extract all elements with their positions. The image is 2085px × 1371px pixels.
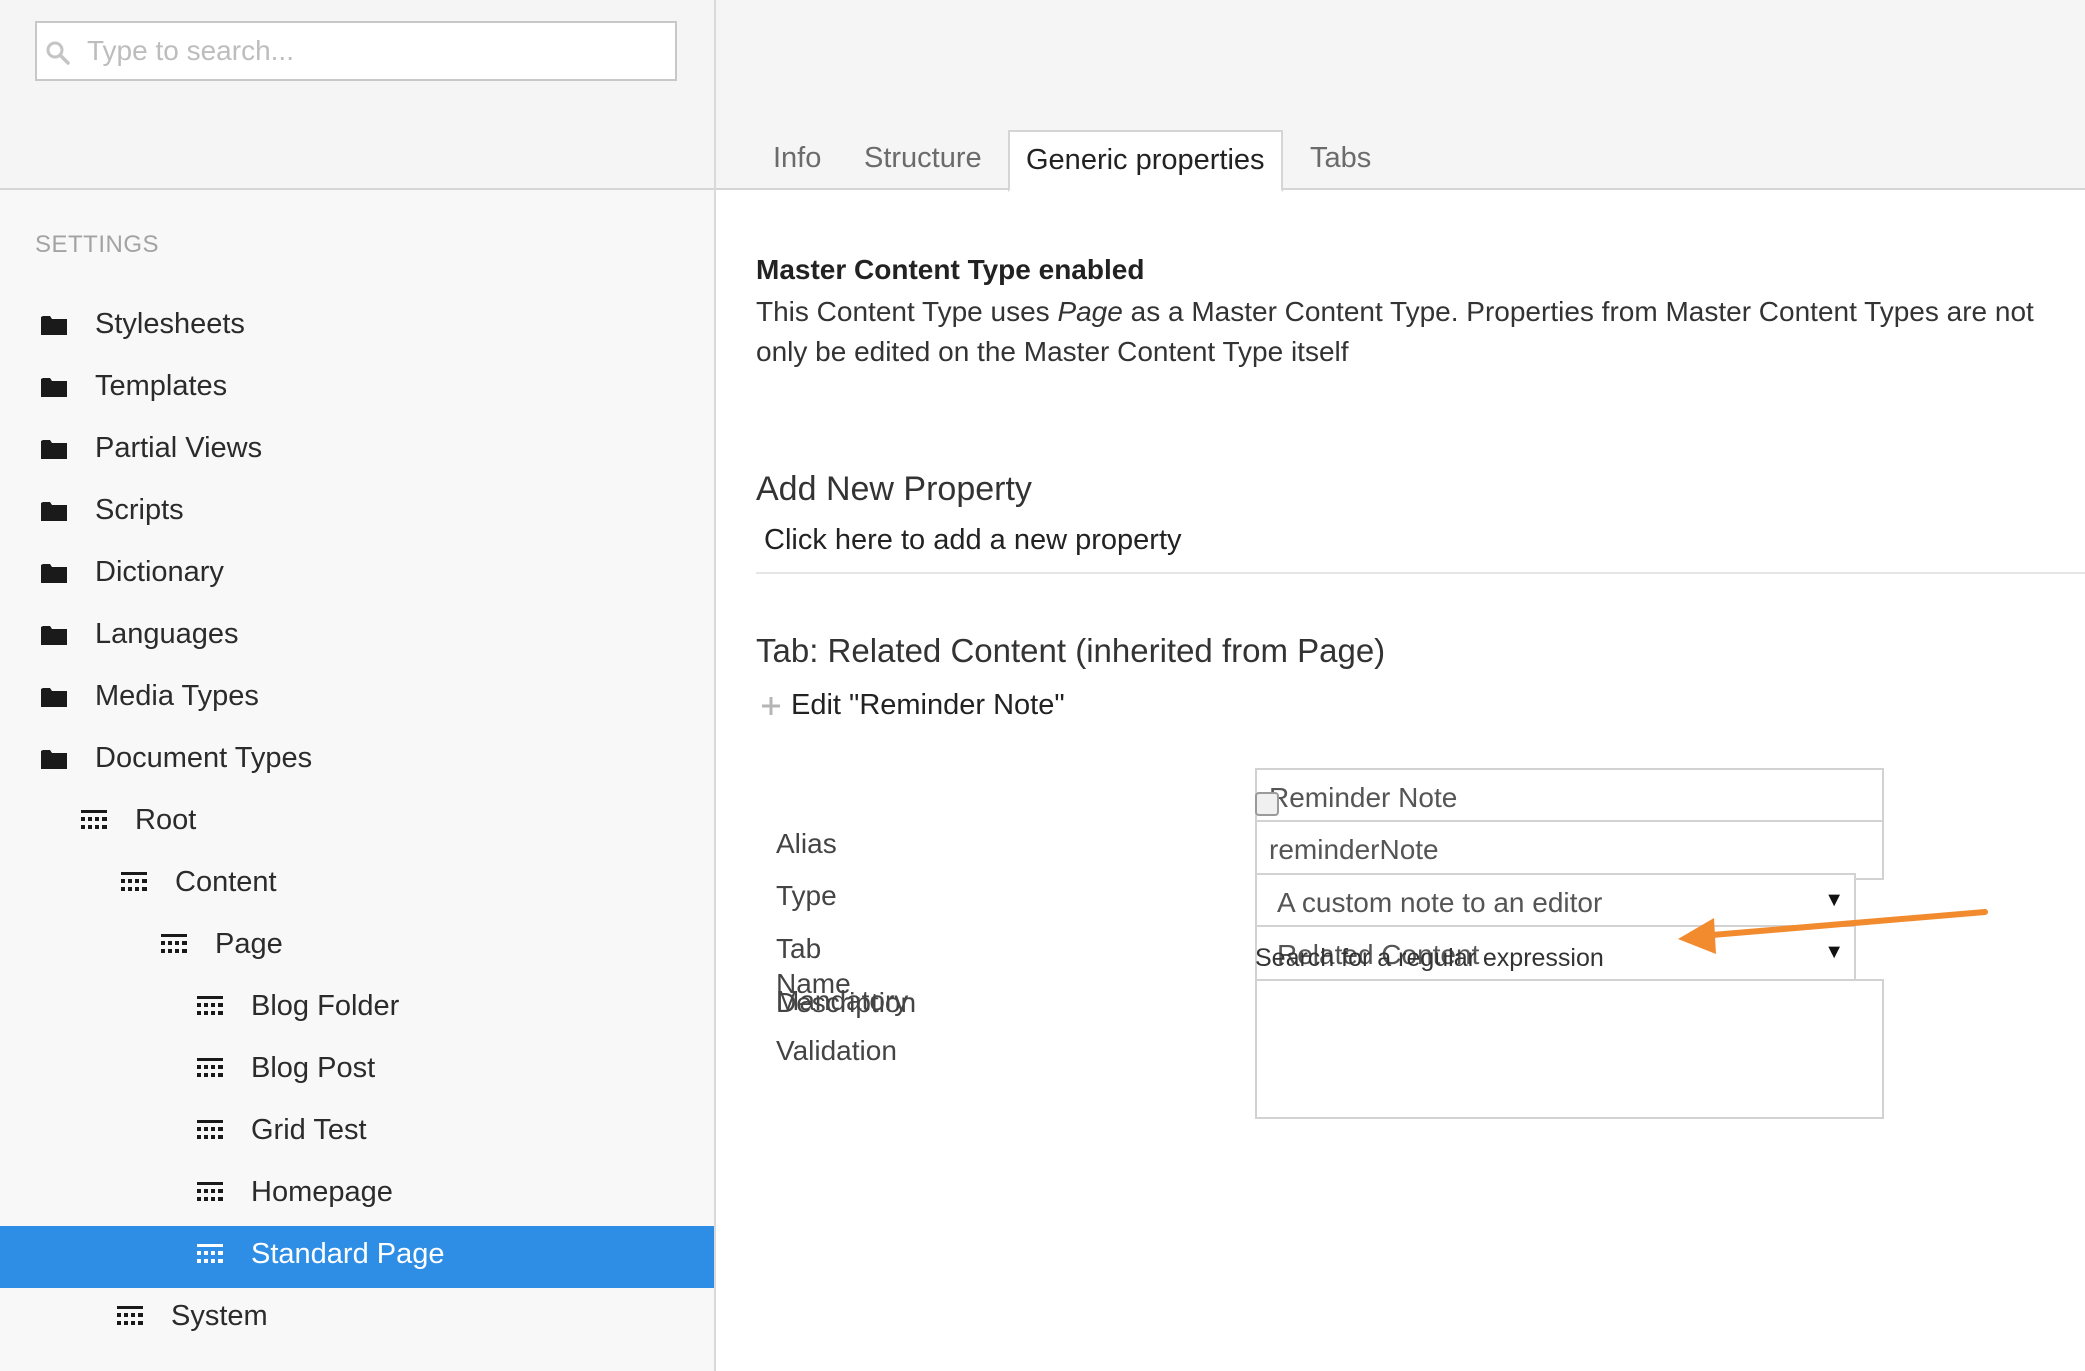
tab-group-heading: Tab: Related Content (inherited from Pag… [756, 632, 1386, 669]
alias-label: Alias [776, 828, 837, 859]
description-label: Description [776, 987, 917, 1018]
folder-icon [41, 440, 67, 459]
chevron-down-icon: ▼ [1824, 941, 1844, 963]
type-label: Type [776, 880, 837, 911]
tree-item-content[interactable]: Content [0, 854, 714, 916]
tree-item-dictionary[interactable]: Dictionary [0, 544, 714, 606]
tree-item-label: Partial Views [95, 432, 263, 464]
tab-info[interactable]: Info [773, 130, 821, 190]
master-content-type-title: Master Content Type enabled [756, 254, 1145, 285]
tab-generic-properties[interactable]: Generic properties [1008, 130, 1283, 192]
tree-item-document-types[interactable]: Document Types [0, 730, 714, 792]
type-select[interactable]: A custom note to an editor ▼ [1255, 873, 1856, 933]
search-input[interactable] [87, 31, 667, 71]
add-property-link[interactable]: Click here to add a new property [764, 524, 1182, 557]
master-content-type-name: Page [1057, 296, 1123, 327]
document-type-icon [81, 810, 107, 829]
tree-item-grid-test[interactable]: Grid Test [0, 1102, 714, 1164]
tree-item-label: Standard Page [251, 1238, 445, 1270]
folder-icon [41, 750, 67, 769]
tree-item-label: Blog Folder [251, 990, 400, 1022]
tree-item-label: Scripts [95, 494, 184, 526]
tree-item-standard-page[interactable]: Standard Page [0, 1226, 714, 1288]
search-box[interactable] [35, 21, 677, 81]
tree-item-system[interactable]: System [0, 1288, 714, 1350]
tree-item-label: Templates [95, 370, 228, 402]
folder-icon [41, 502, 67, 521]
divider [756, 572, 2085, 574]
tree-item-label: System [171, 1300, 268, 1332]
regex-search-link[interactable]: Search for a regular expression [1255, 944, 1604, 973]
folder-icon [41, 316, 67, 335]
tree-item-languages[interactable]: Languages [0, 606, 714, 668]
document-type-icon [117, 1306, 143, 1325]
tab-tabs[interactable]: Tabs [1310, 130, 1371, 190]
settings-sidebar: SETTINGS Stylesheets Templates Partial V… [0, 0, 716, 1371]
folder-icon [41, 378, 67, 397]
tree-item-label: Grid Test [251, 1114, 367, 1146]
tree-item-label: Homepage [251, 1176, 393, 1208]
folder-icon [41, 626, 67, 645]
tree-item-scripts[interactable]: Scripts [0, 482, 714, 544]
type-select-value: A custom note to an editor [1277, 887, 1603, 918]
master-desc-text: only be edited on the Master Content Typ… [756, 336, 1349, 367]
main-panel: Master Content Type enabled This Content… [716, 192, 2085, 1371]
tree-item-label: Document Types [95, 742, 313, 774]
tab-structure[interactable]: Structure [864, 130, 982, 190]
tree-item-label: Blog Post [251, 1052, 376, 1084]
document-type-icon [197, 1244, 223, 1263]
alias-field[interactable] [1255, 820, 1884, 880]
search-icon [46, 41, 70, 65]
tab-bar: Info Structure Generic properties Tabs [716, 0, 2085, 192]
tree-item-label: Languages [95, 618, 239, 650]
document-type-icon [197, 996, 223, 1015]
tree-item-blog-post[interactable]: Blog Post [0, 1040, 714, 1102]
master-desc-text: as a Master Content Type. Properties fro… [1122, 296, 2034, 327]
tree-item-page[interactable]: Page [0, 916, 714, 978]
description-textarea[interactable] [1255, 979, 1884, 1119]
edit-property-toggle[interactable]: Edit "Reminder Note" [756, 689, 1065, 722]
tree-item-templates[interactable]: Templates [0, 358, 714, 420]
chevron-down-icon: ▼ [1824, 889, 1844, 911]
document-type-icon [197, 1182, 223, 1201]
tab-label: Tab [776, 933, 822, 964]
validation-label: Validation [776, 1035, 897, 1066]
tree-item-stylesheets[interactable]: Stylesheets [0, 296, 714, 358]
tree-item-label: Dictionary [95, 556, 224, 588]
tree-item-label: Content [175, 866, 277, 898]
document-type-icon [197, 1120, 223, 1139]
move-icon [762, 697, 780, 715]
tree-item-label: Root [135, 804, 197, 836]
tree-item-homepage[interactable]: Homepage [0, 1164, 714, 1226]
tree-item-label: Media Types [95, 680, 259, 712]
tree-item-media-types[interactable]: Media Types [0, 668, 714, 730]
name-field[interactable] [1255, 768, 1884, 828]
master-desc-text: This Content Type uses [756, 296, 1058, 327]
edit-property-label: Edit "Reminder Note" [791, 689, 1065, 721]
tree-item-root[interactable]: Root [0, 792, 714, 854]
add-property-heading: Add New Property [756, 470, 1032, 508]
folder-icon [41, 688, 67, 707]
section-title: SETTINGS [35, 231, 160, 258]
search-area [0, 0, 714, 190]
tree-item-label: Page [215, 928, 283, 960]
document-type-icon [161, 934, 187, 953]
folder-icon [41, 564, 67, 583]
master-content-type-description: This Content Type uses Page as a Master … [756, 292, 2085, 372]
tree-item-blog-folder[interactable]: Blog Folder [0, 978, 714, 1040]
document-type-icon [197, 1058, 223, 1077]
document-type-icon [121, 872, 147, 891]
tree-item-partial-views[interactable]: Partial Views [0, 420, 714, 482]
mandatory-checkbox[interactable] [1255, 792, 1279, 816]
tree-item-label: Stylesheets [95, 308, 245, 340]
